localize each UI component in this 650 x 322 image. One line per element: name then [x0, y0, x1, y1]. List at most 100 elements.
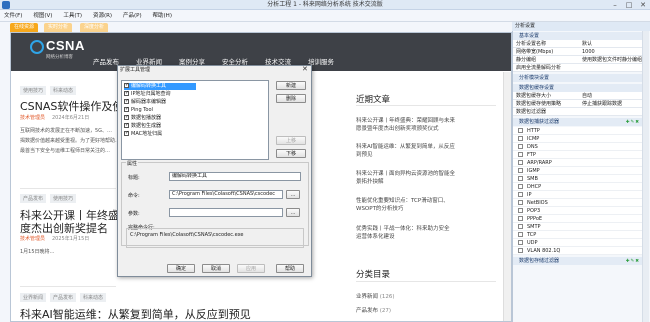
article-title[interactable]: 科来AI智能运维：从繁复到简单，从反应到预见 [20, 306, 251, 322]
checkbox[interactable] [124, 82, 129, 89]
protocol-filter-row[interactable]: DHCP [513, 183, 642, 191]
protocol-filter-row[interactable]: ICMP [513, 135, 642, 143]
setting-row[interactable]: 数据包缓存大小 自动 [513, 92, 642, 100]
checkbox[interactable] [518, 176, 523, 181]
site-logo-text[interactable]: CSNA [46, 38, 85, 53]
filter-edit-icons[interactable]: ✚✎✖ [626, 119, 640, 127]
setting-row[interactable]: 数据包缓存使用策略 停止捕获跟踪数据 [513, 100, 642, 108]
cancel-button[interactable]: 取消 [202, 264, 230, 273]
protocol-filter-row[interactable]: SMB [513, 175, 642, 183]
section-capture-filter[interactable]: 数据包捕获过滤器 ✚✎✖ [513, 118, 642, 126]
menu-resources[interactable]: 资源(R) [93, 10, 112, 22]
protocol-filter-row[interactable]: ARP/RARP [513, 159, 642, 167]
browse-arguments-button[interactable]: ... [286, 208, 300, 217]
checkbox[interactable] [518, 136, 523, 141]
article-tag[interactable]: 产品发布 [50, 293, 77, 302]
section-basic[interactable]: 基本设置 [513, 32, 642, 40]
menu-product[interactable]: 产品(P) [123, 10, 142, 22]
tool-list-item[interactable]: 数据包播放器 [124, 114, 161, 122]
protocol-filter-row[interactable]: VLAN 802.1Q [513, 247, 642, 255]
apply-button[interactable]: 应用 [237, 264, 265, 273]
setting-row[interactable]: 静分编组 使用数据包文件时静分编组 [513, 56, 642, 64]
checkbox[interactable] [518, 200, 523, 205]
checkbox[interactable] [124, 106, 129, 113]
protocol-filter-row[interactable]: PPPoE [513, 215, 642, 223]
protocol-filter-row[interactable]: HTTP [513, 127, 642, 135]
new-tool-button[interactable]: 新建 [276, 81, 306, 90]
protocol-filter-row[interactable]: POP3 [513, 207, 642, 215]
article-author[interactable]: 技术管理员 [20, 114, 45, 121]
protocol-filter-row[interactable]: IP [513, 191, 642, 199]
help-button[interactable]: 帮助 [276, 264, 304, 273]
checkbox[interactable] [518, 224, 523, 229]
title-input[interactable]: 编解码转换工具 [169, 172, 301, 181]
setting-row[interactable]: 网络带宽(Mbps) 1000 [513, 48, 642, 56]
checkbox[interactable] [124, 98, 129, 105]
article-tag[interactable]: 业界新闻 [20, 293, 47, 302]
tool-list-item[interactable]: 解码器本编辑器 [124, 98, 166, 106]
tab-realtime-analysis[interactable]: 实时分析 [44, 23, 73, 32]
settings-panel-scrollbar[interactable] [642, 31, 649, 322]
checkbox[interactable] [518, 192, 523, 197]
category-link[interactable]: 业界新闻 (126) [356, 292, 395, 300]
checkbox[interactable] [124, 90, 129, 97]
tool-list[interactable]: 编解码转换工具 IP地址归属地查询 解码器本编辑器 Ping Tool 数据包播… [121, 80, 269, 160]
protocol-filter-row[interactable]: FTP [513, 151, 642, 159]
checkbox[interactable] [518, 128, 523, 133]
setting-row[interactable]: 启用全流量解码分析 [513, 64, 642, 72]
maximize-button[interactable]: □ [622, 0, 636, 10]
protocol-filter-row[interactable]: NetBIOS [513, 199, 642, 207]
recent-post-link[interactable]: 优秀实践丨平战一体化：科来助力安全 运营体系化建设 [356, 226, 450, 241]
category-link[interactable]: 产品发布 (27) [356, 306, 391, 314]
article-tag[interactable]: 科来动态 [50, 86, 77, 95]
recent-post-link[interactable]: 性能优化重要知识点：TCP滑动窗口、 WSOPT的分析技巧 [356, 198, 449, 213]
protocol-filter-row[interactable]: SMTP [513, 223, 642, 231]
section-storage[interactable]: 数据包缓存设置 [513, 84, 642, 92]
article-title[interactable]: 度杰出创新奖提名 [20, 220, 108, 236]
delete-tool-button[interactable]: 删除 [276, 94, 306, 103]
move-down-button[interactable]: 下移 [276, 149, 306, 158]
menu-file[interactable]: 文件(F) [4, 10, 22, 22]
setting-row[interactable]: 数据包过滤器 [513, 108, 642, 116]
article-tag[interactable]: 科来动态 [80, 293, 107, 302]
checkbox[interactable] [518, 208, 523, 213]
setting-row[interactable]: 分析设置名称 默认 [513, 40, 642, 48]
checkbox[interactable] [124, 130, 129, 137]
menu-help[interactable]: 帮助(H) [153, 10, 172, 22]
minimize-button[interactable]: – [608, 0, 622, 10]
article-tag[interactable]: 使用技巧 [50, 194, 77, 203]
tab-online-resources[interactable]: 在线资源 [10, 23, 39, 32]
article-tag[interactable]: 使用技巧 [20, 86, 47, 95]
arguments-input[interactable] [169, 208, 283, 217]
checkbox[interactable] [124, 122, 129, 129]
checkbox[interactable] [518, 144, 523, 149]
section-modules[interactable]: 分析模块设置 [513, 74, 642, 82]
checkbox[interactable] [124, 114, 129, 121]
recent-post-link[interactable]: 科来公开课丨年终盛典：荣耀回顾与未来 愿景暨年度杰出创新奖项颁奖仪式 [356, 118, 455, 133]
tool-list-item[interactable]: Ping Tool [124, 106, 153, 114]
close-button[interactable]: ✕ [636, 0, 650, 10]
dialog-close-icon[interactable]: ✕ [302, 65, 308, 73]
checkbox[interactable] [518, 184, 523, 189]
menu-tools[interactable]: 工具(T) [63, 10, 82, 22]
checkbox[interactable] [518, 168, 523, 173]
checkbox[interactable] [518, 232, 523, 237]
recent-post-link[interactable]: 科来公开课丨面向异构云资源池的智能全 景拓扑抉解 [356, 171, 455, 186]
protocol-filter-row[interactable]: TCP [513, 231, 642, 239]
protocol-filter-row[interactable]: DNS [513, 143, 642, 151]
menu-view[interactable]: 视图(V) [33, 10, 52, 22]
tool-list-item[interactable]: IP地址归属地查询 [124, 90, 171, 98]
filter-edit-icons[interactable]: ✚✎✖ [626, 258, 640, 266]
command-input[interactable]: C:\Program Files\Colasoft\CSNAS\cscodec [169, 190, 283, 199]
protocol-filter-row[interactable]: UDP [513, 239, 642, 247]
article-author[interactable]: 技术管理员 [20, 235, 45, 242]
browse-command-button[interactable]: ... [286, 190, 300, 199]
section-save-filter[interactable]: 数据包存储过滤器 ✚✎✖ [513, 257, 642, 265]
protocol-filter-row[interactable]: IGMP [513, 167, 642, 175]
tab-deep-analysis[interactable]: 深度分析 [80, 23, 109, 32]
move-up-button[interactable]: 上移 [276, 136, 306, 145]
tool-list-item[interactable]: 编解码转换工具 [124, 82, 196, 90]
nav-product-release[interactable]: 产品发布 [93, 56, 119, 66]
ok-button[interactable]: 确定 [167, 264, 195, 273]
checkbox[interactable] [518, 240, 523, 245]
